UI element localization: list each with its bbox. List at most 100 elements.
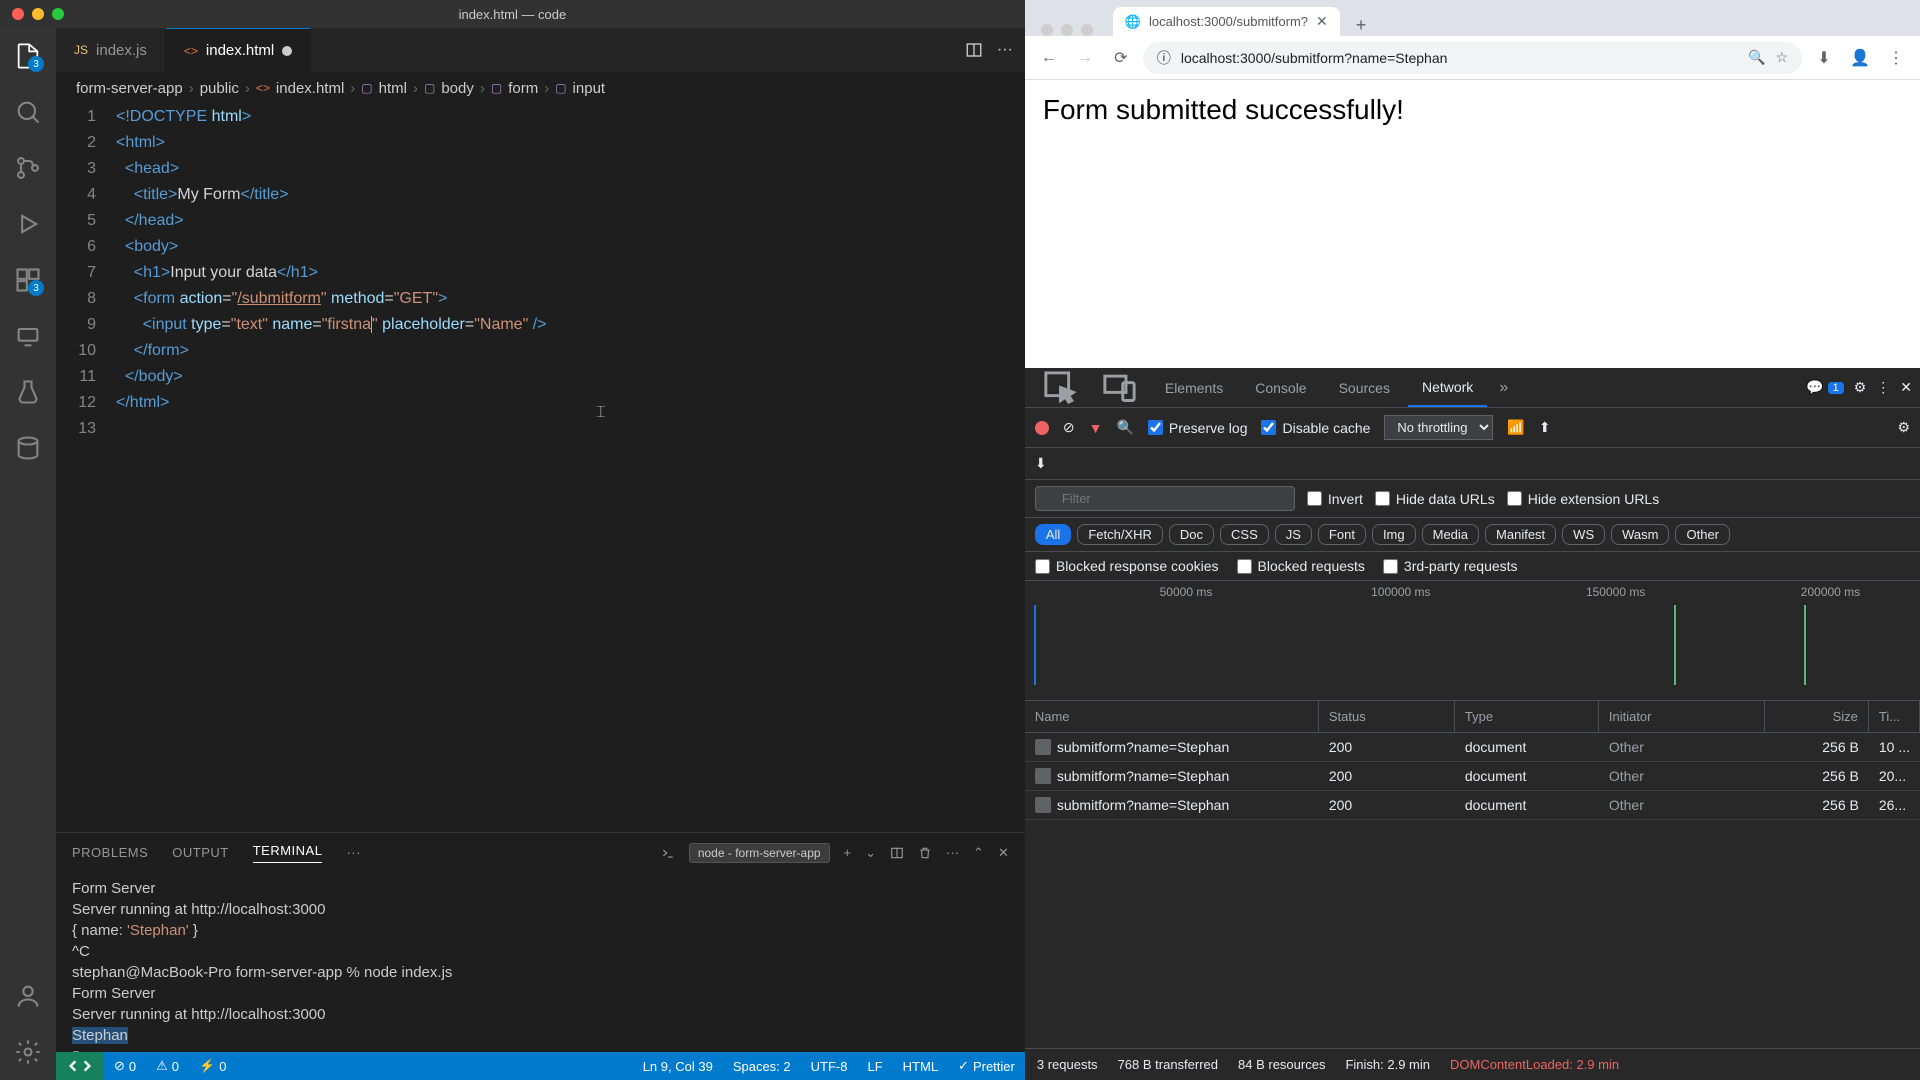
indent-status[interactable]: Spaces: 2 [723,1058,801,1074]
table-row[interactable]: submitform?name=Stephan 200 document Oth… [1025,762,1920,791]
device-toggle-icon[interactable] [1092,368,1147,407]
network-conditions-icon[interactable]: 📶 [1507,419,1524,436]
language-status[interactable]: HTML [893,1058,948,1074]
testing-icon[interactable] [14,378,42,406]
search-icon[interactable]: 🔍 [1116,419,1133,436]
code-editor[interactable]: 12345678910111213 <!DOCTYPE html> <html>… [56,104,1025,832]
tab-problems[interactable]: PROBLEMS [72,845,148,860]
extensions-icon[interactable]: 3 [14,266,42,294]
remote-indicator-icon[interactable] [56,1052,104,1080]
minimize-icon[interactable] [32,8,44,20]
database-icon[interactable] [14,434,42,462]
close-panel-icon[interactable]: ✕ [998,845,1009,861]
profile-icon[interactable]: 👤 [1846,48,1874,68]
record-icon[interactable] [1035,421,1049,435]
bookmark-icon[interactable]: ☆ [1775,49,1788,66]
back-icon[interactable]: ← [1035,49,1063,67]
split-editor-icon[interactable] [965,41,983,59]
disable-cache-checkbox[interactable]: Disable cache [1261,420,1370,436]
table-row[interactable]: submitform?name=Stephan 200 document Oth… [1025,791,1920,820]
formatter-status[interactable]: ✓ Prettier [948,1058,1025,1074]
settings-icon[interactable]: ⚙ [1854,379,1867,396]
preserve-log-checkbox[interactable]: Preserve log [1148,420,1248,436]
menu-icon[interactable]: ⋮ [1882,48,1910,68]
pill-ws[interactable]: WS [1562,524,1605,545]
tab-terminal[interactable]: TERMINAL [253,843,323,863]
dock-icon[interactable]: ⋮ [1876,379,1890,396]
pill-doc[interactable]: Doc [1169,524,1214,545]
throttling-select[interactable]: No throttling [1384,415,1493,440]
run-debug-icon[interactable] [14,210,42,238]
pill-media[interactable]: Media [1422,524,1479,545]
cursor-position[interactable]: Ln 9, Col 39 [633,1058,723,1074]
source-control-icon[interactable] [14,154,42,182]
traffic-lights[interactable] [0,8,64,20]
more-tabs-icon[interactable]: » [1491,368,1516,407]
close-icon[interactable] [1041,24,1053,36]
blocked-cookies-checkbox[interactable]: Blocked response cookies [1035,558,1219,574]
traffic-lights[interactable] [1037,14,1105,36]
pill-img[interactable]: Img [1372,524,1416,545]
encoding-status[interactable]: UTF-8 [801,1058,858,1074]
site-info-icon[interactable]: ⓘ [1157,48,1171,68]
accounts-icon[interactable] [14,982,42,1010]
terminal-selector[interactable]: node - form-server-app [689,843,830,863]
filter-toggle-icon[interactable]: ▼ [1089,420,1103,436]
warnings-count[interactable]: ⚠ 0 [146,1058,189,1074]
blocked-requests-checkbox[interactable]: Blocked requests [1237,558,1365,574]
ports-count[interactable]: ⚡ 0 [189,1058,236,1074]
issues-icon[interactable]: 💬1 [1806,379,1844,396]
invert-checkbox[interactable]: Invert [1307,491,1363,507]
table-header[interactable]: Name Status Type Initiator Size Ti... [1025,701,1920,733]
pill-css[interactable]: CSS [1220,524,1269,545]
more-icon[interactable]: ··· [946,845,959,860]
pill-js[interactable]: JS [1275,524,1312,545]
close-tab-icon[interactable]: ✕ [1316,13,1328,30]
table-row[interactable]: submitform?name=Stephan 200 document Oth… [1025,733,1920,762]
add-terminal-icon[interactable]: + [844,845,852,860]
breadcrumb[interactable]: form-server-app› public› <>index.html› ▢… [56,72,1025,104]
import-har-icon[interactable]: ⬆ [1539,419,1551,436]
export-har-icon[interactable]: ⬇ [1035,455,1047,472]
tab-console[interactable]: Console [1241,368,1320,407]
code-content[interactable]: <!DOCTYPE html> <html> <head> <title>My … [116,104,1025,832]
split-terminal-icon[interactable] [890,846,904,860]
browser-tab[interactable]: 🌐 localhost:3000/submitform? ✕ [1113,7,1340,36]
maximize-icon[interactable] [1081,24,1093,36]
chevron-up-icon[interactable]: ⌃ [973,845,984,861]
pill-other[interactable]: Other [1675,524,1730,545]
search-icon[interactable] [14,98,42,126]
tab-sources[interactable]: Sources [1325,368,1404,407]
hide-data-urls-checkbox[interactable]: Hide data URLs [1375,491,1495,507]
hide-ext-urls-checkbox[interactable]: Hide extension URLs [1507,491,1660,507]
close-icon[interactable] [12,8,24,20]
clear-icon[interactable]: ⊘ [1063,419,1075,436]
terminal-output[interactable]: Form Server Server running at http://loc… [56,872,1025,1052]
new-tab-icon[interactable]: + [1348,15,1375,36]
pill-all[interactable]: All [1035,524,1071,545]
eol-status[interactable]: LF [857,1058,892,1074]
maximize-icon[interactable] [52,8,64,20]
pill-manifest[interactable]: Manifest [1485,524,1556,545]
pill-fetch[interactable]: Fetch/XHR [1077,524,1163,545]
network-timeline[interactable]: 50000 ms 100000 ms 150000 ms 200000 ms [1025,581,1920,701]
close-devtools-icon[interactable]: ✕ [1900,379,1912,396]
explorer-icon[interactable]: 3 [14,42,42,70]
inspect-icon[interactable] [1033,368,1088,407]
tab-index-html[interactable]: <>index.html [166,28,311,72]
trash-icon[interactable] [918,846,932,860]
remote-icon[interactable] [14,322,42,350]
third-party-checkbox[interactable]: 3rd-party requests [1383,558,1518,574]
pill-wasm[interactable]: Wasm [1611,524,1669,545]
settings-icon[interactable] [14,1038,42,1066]
tab-index-js[interactable]: JSindex.js [56,28,166,72]
pill-font[interactable]: Font [1318,524,1366,545]
tab-more[interactable]: ··· [346,845,361,860]
chevron-down-icon[interactable]: ⌄ [865,845,876,861]
filter-input[interactable] [1035,486,1295,511]
forward-icon[interactable]: → [1071,49,1099,67]
tab-network[interactable]: Network [1408,368,1487,407]
tab-output[interactable]: OUTPUT [172,845,228,860]
more-icon[interactable]: ··· [997,41,1013,59]
install-icon[interactable]: ⬇ [1810,48,1838,68]
